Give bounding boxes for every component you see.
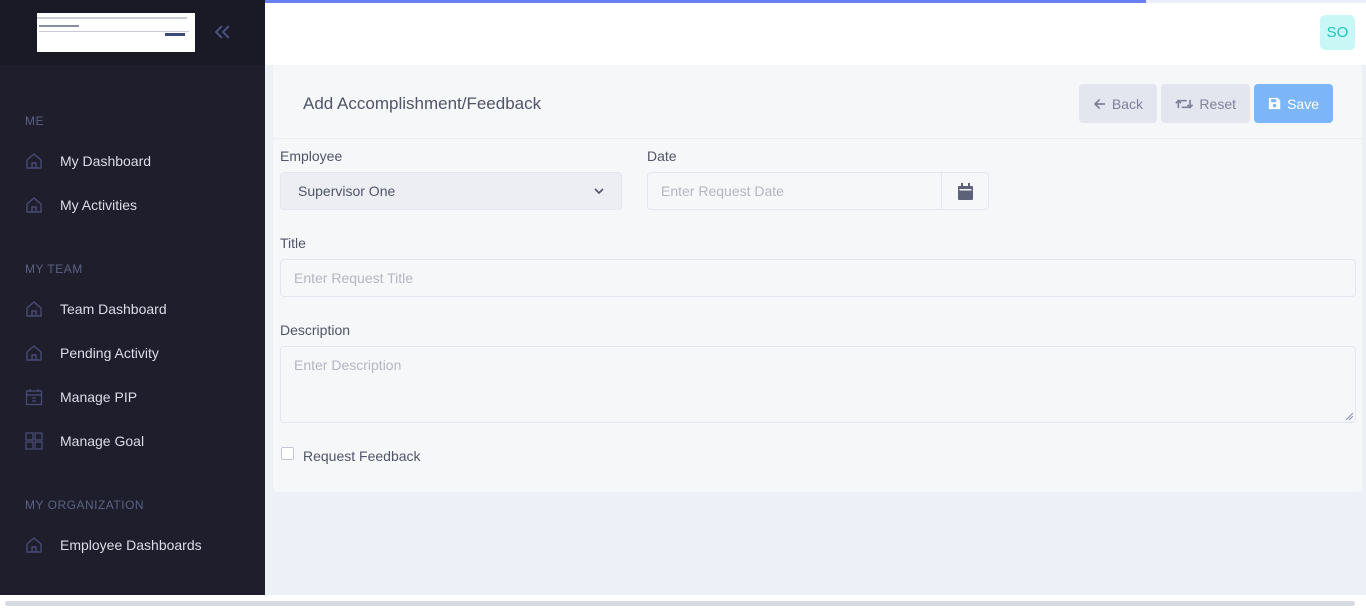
description-label: Description — [280, 322, 351, 338]
sidebar-item-manage-pip[interactable]: Manage PIP — [25, 384, 255, 410]
page-load-progress — [265, 0, 1366, 3]
sidebar-item-my-dashboard[interactable]: My Dashboard — [25, 148, 255, 174]
grid-icon — [25, 432, 43, 450]
user-avatar[interactable]: SO — [1320, 15, 1355, 50]
arrow-left-icon — [1093, 98, 1106, 109]
sidebar-item-label: Employee Dashboards — [60, 537, 202, 553]
employee-select[interactable]: Supervisor One — [280, 172, 622, 210]
sidebar: ME My Dashboard My Activities MY TEAM Te… — [0, 0, 265, 595]
sidebar-item-team-dashboard[interactable]: Team Dashboard — [25, 296, 255, 322]
home-icon — [25, 196, 43, 214]
save-button[interactable]: Save — [1254, 84, 1333, 123]
section-title-my-organization: MY ORGANIZATION — [25, 498, 145, 512]
title-input[interactable]: Enter Request Title — [280, 259, 1356, 297]
sidebar-brand — [0, 0, 265, 65]
employee-label: Employee — [280, 148, 343, 164]
sidebar-item-label: Manage PIP — [60, 389, 138, 405]
date-input[interactable]: Enter Request Date — [647, 172, 943, 210]
retweet-icon — [1175, 98, 1194, 109]
form-card: Add Accomplishment/Feedback Back Reset S… — [273, 65, 1362, 492]
home-icon — [25, 152, 43, 170]
horizontal-scrollbar-area — [0, 595, 1366, 612]
resize-handle-icon[interactable] — [1345, 412, 1353, 420]
back-button[interactable]: Back — [1079, 84, 1157, 123]
chevron-down-icon — [594, 188, 604, 194]
request-feedback-checkbox[interactable] — [281, 447, 294, 460]
description-placeholder: Enter Description — [294, 357, 402, 373]
employee-select-value: Supervisor One — [298, 183, 396, 199]
sidebar-item-manage-goal[interactable]: Manage Goal — [25, 428, 255, 454]
title-label: Title — [280, 235, 306, 251]
date-picker-button[interactable] — [941, 172, 989, 210]
sidebar-item-my-activities[interactable]: My Activities — [25, 192, 255, 218]
calendar-icon — [25, 388, 43, 406]
sidebar-item-label: My Dashboard — [60, 153, 152, 169]
home-icon — [25, 536, 43, 554]
home-icon — [25, 300, 43, 318]
double-chevron-left-icon[interactable] — [210, 20, 234, 44]
sidebar-item-label: My Activities — [60, 197, 138, 213]
company-logo[interactable] — [25, 13, 195, 52]
section-title-my-team: MY TEAM — [25, 262, 83, 276]
reset-button[interactable]: Reset — [1161, 84, 1250, 123]
horizontal-scrollbar[interactable] — [5, 601, 1355, 606]
calendar-icon — [957, 182, 973, 200]
page-load-progress-fill — [265, 0, 1146, 3]
page-title: Add Accomplishment/Feedback — [303, 94, 542, 113]
home-icon — [25, 344, 43, 362]
floppy-disk-icon — [1268, 97, 1281, 110]
reset-button-label: Reset — [1199, 95, 1236, 112]
sidebar-item-label: Manage Goal — [60, 433, 145, 449]
save-button-label: Save — [1287, 95, 1319, 112]
section-title-me: ME — [25, 114, 44, 128]
description-textarea[interactable]: Enter Description — [280, 346, 1356, 423]
sidebar-item-pending-activity[interactable]: Pending Activity — [25, 340, 255, 366]
request-feedback-label: Request Feedback — [303, 448, 421, 464]
sidebar-item-label: Pending Activity — [60, 345, 159, 361]
date-label: Date — [647, 148, 677, 164]
card-header: Add Accomplishment/Feedback Back Reset S… — [273, 65, 1362, 139]
top-header: SO — [265, 0, 1366, 65]
back-button-label: Back — [1111, 95, 1143, 112]
sidebar-item-employee-dashboards[interactable]: Employee Dashboards — [25, 532, 255, 558]
sidebar-item-label: Team Dashboard — [60, 301, 167, 317]
